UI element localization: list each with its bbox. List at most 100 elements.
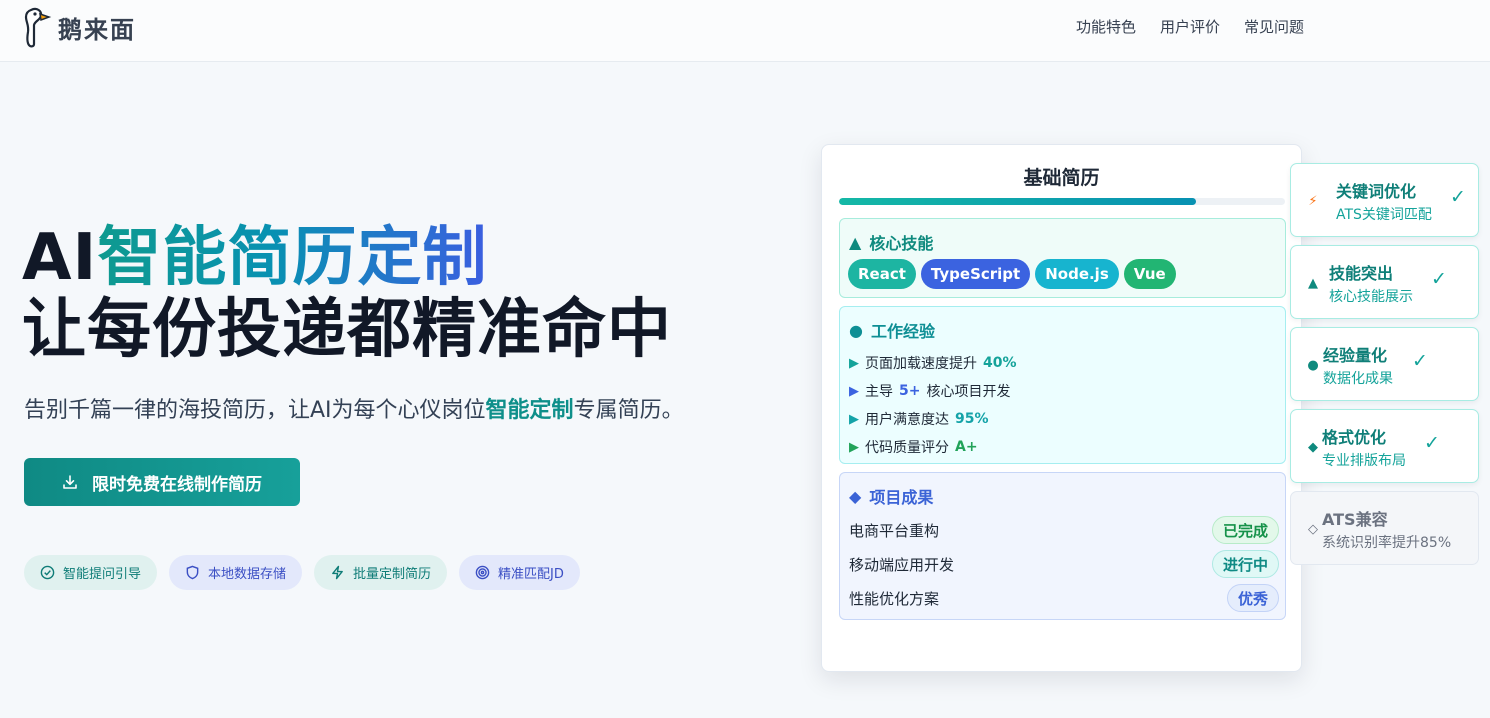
hero-subtitle-highlight: 智能定制 xyxy=(485,398,574,423)
work-item-text-post: 核心项目开发 xyxy=(926,384,1011,400)
shield-icon xyxy=(186,565,199,580)
work-item-text: 主导 xyxy=(865,384,893,400)
play-arrow-icon: ▶ xyxy=(849,383,859,399)
play-arrow-icon: ▶ xyxy=(849,439,859,455)
pill-label: 精准匹配JD xyxy=(498,567,564,582)
feature-title: 技能突出 xyxy=(1329,264,1394,283)
work-item: ▶ 用户满意度达 95% xyxy=(849,405,1017,433)
lightning-icon xyxy=(332,565,343,580)
check-circle-icon xyxy=(40,565,55,580)
resume-progress-fill xyxy=(839,198,1196,205)
logo-text: 鹅来面 xyxy=(58,15,136,44)
projects-heading-text: 项目成果 xyxy=(869,488,934,507)
skill-tags: React TypeScript Node.js Vue xyxy=(848,259,1176,289)
play-arrow-icon: ▶ xyxy=(849,355,859,371)
work-section: ● 工作经验 ▶ 页面加载速度提升 40% ▶ 主导 5+ 核心项目开发 ▶ 用户满意度达 95%… xyxy=(839,306,1286,464)
project-row: 电商平台重构 已完成 xyxy=(849,513,1279,547)
main-nav: 功能特色 用户评价 常见问题 xyxy=(1076,16,1304,37)
feature-card-4: ◆ 格式优化专业排版布局 ✓ xyxy=(1290,409,1479,483)
feature-title: 关键词优化 xyxy=(1336,182,1417,201)
project-name: 电商平台重构 xyxy=(849,521,940,540)
diamond-icon: ◆ xyxy=(849,486,862,506)
skill-tag: Node.js xyxy=(1035,259,1119,289)
feature-title: 经验量化 xyxy=(1323,346,1388,365)
hero-title-gradient: 智能简历定制 xyxy=(97,221,488,295)
pill-label: 本地数据存储 xyxy=(208,567,287,582)
create-resume-button[interactable]: 限时免费在线制作简历 xyxy=(24,458,300,506)
hero-title: AI智能简历定制 让每份投递都精准命中 xyxy=(22,222,672,366)
nav-link-faq[interactable]: 常见问题 xyxy=(1244,16,1304,37)
check-icon: ✓ xyxy=(1412,350,1428,372)
project-row: 性能优化方案 优秀 xyxy=(849,581,1279,615)
feature-desc: 系统识别率提升85% xyxy=(1322,535,1452,551)
resume-title: 基础简历 xyxy=(1023,167,1100,189)
feature-card-5: ◇ ATS兼容系统识别率提升85% xyxy=(1290,491,1479,565)
work-heading: ● 工作经验 xyxy=(849,318,935,342)
feature-icon: ◆ xyxy=(1308,439,1318,455)
feature-desc: 核心技能展示 xyxy=(1329,289,1413,305)
hero-title-prefix: AI xyxy=(22,221,98,295)
work-item-text: 代码质量评分 xyxy=(865,440,949,456)
work-item-text: 用户满意度达 xyxy=(865,412,949,428)
work-list: ▶ 页面加载速度提升 40% ▶ 主导 5+ 核心项目开发 ▶ 用户满意度达 95% ▶ 代码质量评分… xyxy=(849,349,1017,461)
skill-tag: TypeScript xyxy=(920,259,1031,289)
hero-title-line2: 让每份投递都精准命中 xyxy=(22,293,672,367)
feature-pills: 智能提问引导 本地数据存储 批量定制简历 精准匹配JD xyxy=(24,555,580,590)
skills-section: ▲ 核心技能 React TypeScript Node.js Vue xyxy=(839,218,1286,298)
feature-icon: ◇ xyxy=(1308,521,1318,537)
feature-desc: ATS关键词匹配 xyxy=(1336,207,1432,223)
check-icon: ✓ xyxy=(1424,432,1440,454)
feature-desc: 专业排版布局 xyxy=(1322,453,1406,469)
projects-heading: ◆ 项目成果 xyxy=(849,484,933,508)
feature-title: 格式优化 xyxy=(1322,428,1387,447)
triangle-icon: ▲ xyxy=(849,232,862,252)
skill-tag: React xyxy=(848,259,916,289)
skills-heading-text: 核心技能 xyxy=(869,234,934,253)
resume-preview-card: 基础简历 ▲ 核心技能 React TypeScript Node.js Vue ● … xyxy=(821,144,1302,672)
dot-icon: ● xyxy=(849,320,863,340)
hero-subtitle: 告别千篇一律的海投简历，让AI为每个心仪岗位智能定制专属简历。 xyxy=(24,392,684,424)
project-status-badge: 优秀 xyxy=(1226,584,1279,612)
work-item: ▶ 代码质量评分 A+ xyxy=(849,433,1017,461)
projects-section: ◆ 项目成果 电商平台重构 已完成移动端应用开发 进行中性能优化方案 优秀 xyxy=(839,472,1286,620)
feature-card-3: ● 经验量化数据化成果 ✓ xyxy=(1290,327,1479,401)
nav-link-reviews[interactable]: 用户评价 xyxy=(1160,16,1220,37)
pill-batch-customize: 批量定制简历 xyxy=(314,555,448,590)
nav-link-features[interactable]: 功能特色 xyxy=(1076,16,1136,37)
check-icon: ✓ xyxy=(1431,268,1447,290)
top-header: 鹅来面 功能特色 用户评价 常见问题 xyxy=(0,0,1490,62)
pill-smart-questions: 智能提问引导 xyxy=(24,555,158,590)
project-name: 移动端应用开发 xyxy=(849,555,955,574)
feature-title: ATS兼容 xyxy=(1322,510,1388,529)
project-row: 移动端应用开发 进行中 xyxy=(849,547,1279,581)
work-heading-text: 工作经验 xyxy=(870,322,935,341)
goose-logo-icon xyxy=(24,7,52,48)
feature-icon: ⚡ xyxy=(1308,193,1318,209)
work-item-number: 95% xyxy=(955,411,989,427)
pill-label: 批量定制简历 xyxy=(353,567,432,582)
skills-heading: ▲ 核心技能 xyxy=(849,230,933,254)
download-icon xyxy=(63,475,77,489)
pill-local-storage: 本地数据存储 xyxy=(169,555,303,590)
work-item-number: A+ xyxy=(955,439,978,455)
check-icon: ✓ xyxy=(1450,186,1466,208)
projects-list: 电商平台重构 已完成移动端应用开发 进行中性能优化方案 优秀 xyxy=(849,513,1279,615)
create-resume-label: 限时免费在线制作简历 xyxy=(92,474,262,494)
hero-subtitle-post: 专属简历。 xyxy=(573,398,684,423)
hero-title-line1: AI智能简历定制 xyxy=(22,222,672,294)
project-status-badge: 已完成 xyxy=(1211,516,1279,544)
work-item-number: 40% xyxy=(983,355,1017,371)
hero-subtitle-pre: 告别千篇一律的海投简历，让AI为每个心仪岗位 xyxy=(24,398,486,423)
pill-label: 智能提问引导 xyxy=(63,567,142,582)
skill-tag: Vue xyxy=(1123,259,1176,289)
feature-card-1: ⚡ 关键词优化 ATS关键词匹配 ✓ xyxy=(1290,163,1479,237)
feature-desc: 数据化成果 xyxy=(1323,371,1393,387)
logo[interactable]: 鹅来面 xyxy=(22,6,136,48)
pill-jd-match: 精准匹配JD xyxy=(459,555,580,590)
work-item: ▶ 页面加载速度提升 40% xyxy=(849,349,1017,377)
target-icon xyxy=(475,565,490,580)
project-status-badge: 进行中 xyxy=(1211,550,1279,578)
feature-icon: ▲ xyxy=(1308,275,1318,291)
work-item-text: 页面加载速度提升 xyxy=(865,356,977,372)
feature-icon: ● xyxy=(1307,357,1319,373)
